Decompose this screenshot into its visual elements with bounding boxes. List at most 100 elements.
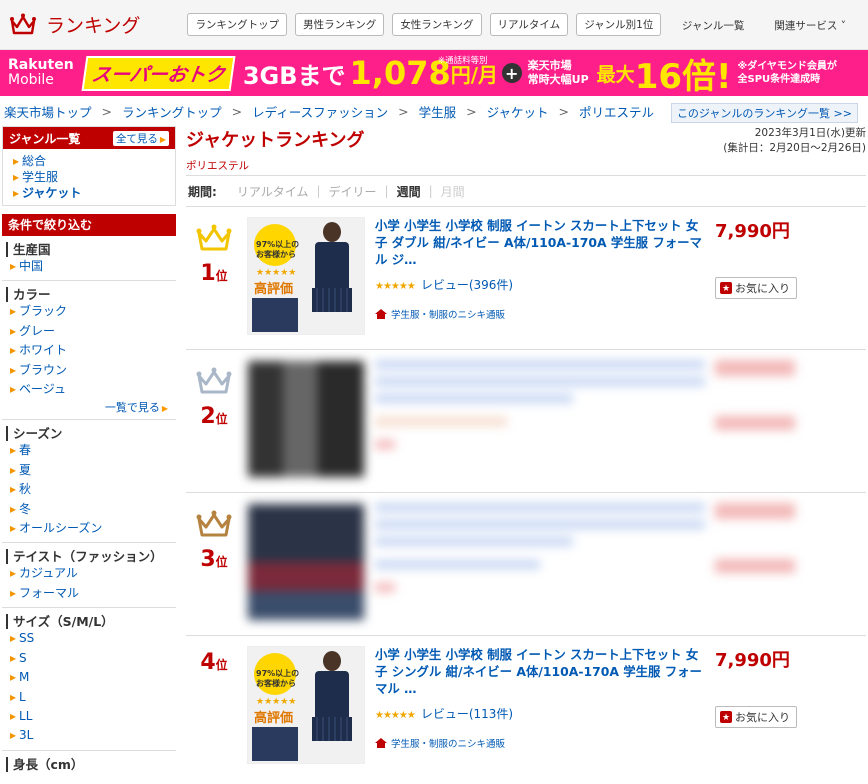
tab-female-ranking[interactable]: 女性ランキング [392,13,482,36]
filter-option[interactable]: 夏 [2,461,176,480]
review-link[interactable]: レビュー(396件) [421,278,513,292]
shop-link[interactable]: 学生服・制服のニシキ通販 [375,736,705,750]
review-summary[interactable]: ★★★★★ レビュー(113件) [375,705,705,722]
period-weekly[interactable]: 週間 [397,183,421,200]
breadcrumb-separator: > [101,103,112,119]
top-tabs: ランキングトップ 男性ランキング 女性ランキング リアルタイム ジャンル別1位 [187,13,662,36]
add-favorite-button[interactable]: ★ お気に入り [715,277,797,299]
crown-logo-icon [10,13,36,34]
breadcrumb-separator: > [558,103,569,119]
product-image[interactable] [247,503,365,621]
ranking-item: 3位 [186,493,866,636]
banner-price: 1,078 [349,54,451,92]
breadcrumb-separator: > [231,103,243,119]
tab-male-ranking[interactable]: 男性ランキング [295,13,385,36]
rank-number: 2位 [200,404,228,429]
product-title-link[interactable]: 小学 小学生 小学校 制服 イートン スカート上下セット 女子 ダブル 紺/ネイ… [375,217,705,268]
period-selector: 期間: リアルタイム | デイリー | 週間 | 月間 [186,176,866,207]
filter-option[interactable]: SS [2,629,176,648]
ranking-item: 2位 [186,350,866,493]
filter-group-color: カラー ブラック グレー ホワイト ブラウン ベージュ 一覧で見る [2,281,176,421]
filter-option[interactable]: グレー [2,322,176,341]
genre-item-all[interactable]: 総合 [13,153,175,169]
add-favorite-button[interactable]: ★ お気に入り [715,706,797,728]
filter-option[interactable]: 中国 [2,257,176,276]
tab-ranking-top[interactable]: ランキングトップ [187,13,288,36]
filter-option[interactable]: オールシーズン [2,519,176,538]
update-date: 2023年3月1日(水)更新 (集計日：2月20日～2月26日) [723,127,866,154]
breadcrumb-ranking-top[interactable]: ランキングトップ [122,102,222,121]
rank-number: 4位 [200,650,228,675]
ranking-item: 4位 97%以上の お客様から ★★★★★ 高評価 小学 小学生 小学校 制服 … [186,636,866,779]
filter-title: 身長（cm） [6,756,176,772]
breadcrumb-rakuten-top[interactable]: 楽天市場トップ [4,102,92,121]
shop-home-icon [375,738,387,748]
color-list-more-link[interactable]: 一覧で見る [2,399,176,415]
period-realtime[interactable]: リアルタイム [237,183,309,200]
filter-option[interactable]: 秋 [2,480,176,499]
page-subtitle: ポリエステル [186,160,249,172]
filter-option[interactable]: ブラウン [2,361,176,380]
review-link[interactable]: レビュー(113件) [421,707,513,721]
filter-option[interactable]: M [2,668,176,687]
ranking-logo[interactable]: ランキング [10,11,140,38]
breadcrumb-school-uniform[interactable]: 学生服 [419,102,457,121]
filter-option[interactable]: ホワイト [2,341,176,360]
filter-title: テイスト（ファッション） [6,549,176,565]
genre-item-school-uniform[interactable]: 学生服 [13,169,175,185]
filter-option[interactable]: フォーマル [2,584,176,603]
genre-box-header: ジャンル一覧 全て見る [3,127,175,149]
breadcrumb-polyester[interactable]: ポリエステル [579,102,654,121]
tab-realtime[interactable]: リアルタイム [489,13,569,36]
filter-group-size: サイズ（S/M/L） SS S M L LL 3L [2,608,176,751]
banner-ichiba-text: 楽天市場 常時大幅UP [527,59,589,86]
shop-link[interactable]: 学生服・制服のニシキ通販 [375,307,705,321]
related-services-menu[interactable]: 関連サービス ˅ [774,18,846,33]
blurred-price [715,360,825,492]
filter-title: 生産国 [6,242,176,257]
filter-group-season: シーズン 春 夏 秋 冬 オールシーズン [2,420,176,544]
filter-option[interactable]: LL [2,707,176,726]
shop-home-icon [375,309,387,319]
rakuten-mobile-logo: Rakuten Mobile [8,57,74,88]
silver-crown-icon [196,367,232,394]
filter-option[interactable]: カジュアル [2,564,176,583]
blurred-product-info [375,503,705,635]
filter-option[interactable]: 冬 [2,500,176,519]
product-image[interactable]: 97%以上の お客様から ★★★★★ 高評価 [247,646,365,764]
product-title-link[interactable]: 小学 小学生 小学校 制服 イートン スカート上下セット 女子 シングル 紺/ネ… [375,646,705,697]
see-all-button[interactable]: 全て見る [112,130,169,146]
genre-ranking-list-link[interactable]: このジャンルのランキング一覧 >> [670,103,858,123]
product-image[interactable] [247,360,365,478]
star-icon: ★ [720,711,732,723]
filter-option[interactable]: S [2,649,176,668]
period-label: 期間: [188,184,217,199]
filter-header: 条件で絞り込む [2,214,176,236]
breadcrumb-jacket[interactable]: ジャケット [487,102,549,121]
filter-group-country: 生産国 中国 [2,236,176,282]
banner-price-note: ※通話料等別 [438,56,488,66]
rating-stars-icon: ★★★★★ [375,281,416,292]
rakuten-mobile-banner[interactable]: Rakuten Mobile スーパーおトク 3GBまで 1,078 円/月 ※… [0,50,868,96]
breadcrumb-ladies-fashion[interactable]: レディースファッション [252,102,388,121]
banner-data-amount: 3GBまで [242,61,346,90]
filter-option[interactable]: ベージュ [2,380,176,399]
filter-option[interactable]: 3L [2,726,176,745]
product-price: 7,990円 [715,221,790,242]
breadcrumb: 楽天市場トップ > ランキングトップ > レディースファッション > 学生服 >… [0,96,868,126]
genre-list-link[interactable]: ジャンル一覧 [682,18,744,33]
filter-option[interactable]: 春 [2,441,176,460]
product-image[interactable]: 97%以上の お客様から ★★★★★ 高評価 [247,217,365,335]
rank-number: 3位 [200,547,228,572]
genre-item-jacket[interactable]: ジャケット [13,185,175,201]
tab-genre-first[interactable]: ジャンル別1位 [576,13,662,36]
filter-group-height: 身長（cm） [2,751,176,776]
review-summary[interactable]: ★★★★★ レビュー(396件) [375,276,705,293]
filter-option[interactable]: L [2,688,176,707]
filter-option[interactable]: ブラック [2,302,176,321]
period-daily[interactable]: デイリー [329,183,377,200]
filter-group-taste: テイスト（ファッション） カジュアル フォーマル [2,543,176,609]
product-price: 7,990円 [715,650,790,671]
rating-stars-icon: ★★★★★ [375,710,416,721]
genre-box: ジャンル一覧 全て見る 総合 学生服 ジャケット [2,126,176,206]
